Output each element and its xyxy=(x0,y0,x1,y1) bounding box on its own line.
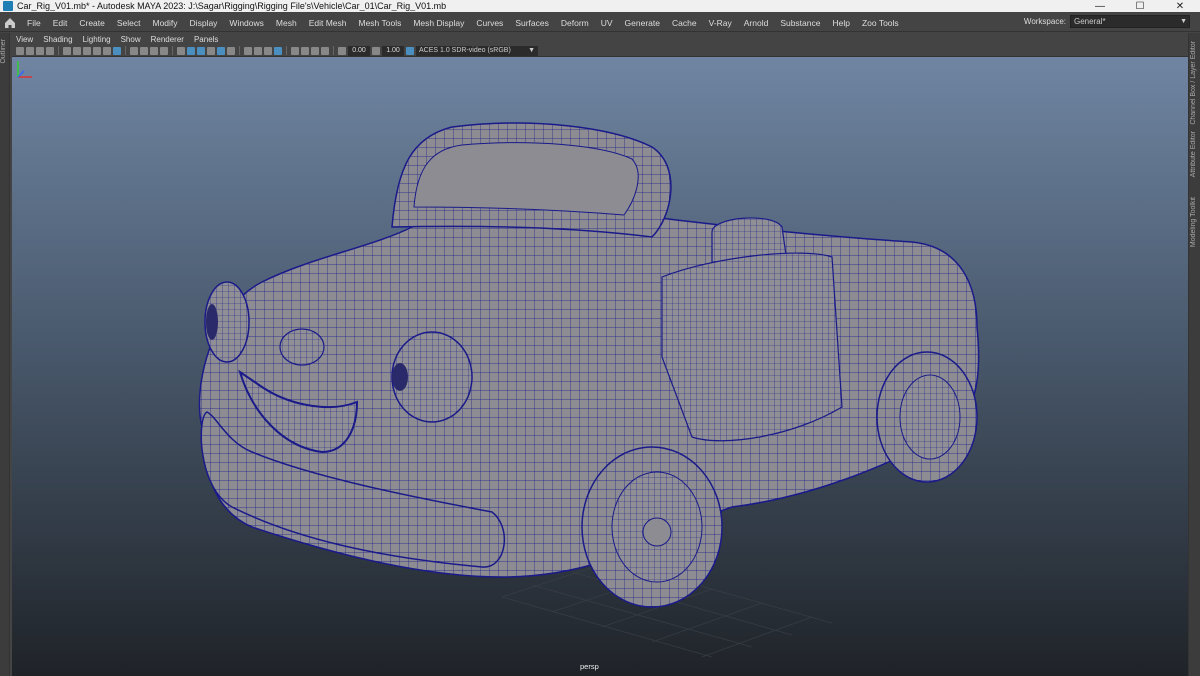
panel-menu-shading[interactable]: Shading xyxy=(39,35,78,44)
shadows-icon[interactable] xyxy=(227,46,235,55)
menu-display[interactable]: Display xyxy=(184,18,224,28)
panel-menu-view[interactable]: View xyxy=(12,35,39,44)
menu-mesh-display[interactable]: Mesh Display xyxy=(407,18,470,28)
menu-create[interactable]: Create xyxy=(73,18,111,28)
door-panel xyxy=(661,252,843,442)
xray-joints-icon[interactable] xyxy=(264,46,272,55)
exposure-field[interactable]: 0.00 xyxy=(348,45,370,56)
text-icon[interactable] xyxy=(160,46,168,55)
menu-deform[interactable]: Deform xyxy=(555,18,595,28)
image-plane-icon[interactable] xyxy=(46,46,54,55)
camera-name-label: persp xyxy=(580,662,599,671)
panel-menu-show[interactable]: Show xyxy=(117,35,147,44)
viewport-scene xyxy=(198,122,980,658)
panel-menubar: View Shading Lighting Show Renderer Pane… xyxy=(12,34,1188,45)
menu-edit-mesh[interactable]: Edit Mesh xyxy=(303,18,353,28)
title-bar: Car_Rig_V01.mb* - Autodesk MAYA 2023: J:… xyxy=(0,0,1200,12)
menu-cache[interactable]: Cache xyxy=(666,18,703,28)
field-chart-icon[interactable] xyxy=(130,46,138,55)
camera-lock-icon[interactable] xyxy=(63,46,71,55)
isolate-select-icon[interactable] xyxy=(244,46,252,55)
window-title: Car_Rig_V01.mb* - Autodesk MAYA 2023: J:… xyxy=(17,1,447,11)
workspace-dropdown[interactable]: General* ▼ xyxy=(1070,15,1190,28)
hood-ornament xyxy=(279,328,325,366)
view-transform-dropdown[interactable]: ACES 1.0 SDR-video (sRGB) ▼ xyxy=(416,45,538,56)
safe-title-icon[interactable] xyxy=(140,46,148,55)
menu-help[interactable]: Help xyxy=(826,18,855,28)
menu-arnold[interactable]: Arnold xyxy=(738,18,775,28)
toolbar-divider xyxy=(125,46,126,55)
outliner-tab[interactable]: Outliner xyxy=(0,33,10,676)
panel-menu-lighting[interactable]: Lighting xyxy=(79,35,117,44)
depth-of-field-icon[interactable] xyxy=(321,46,329,55)
workspace-selector: Workspace: General* ▼ xyxy=(1024,15,1190,28)
menu-uv[interactable]: UV xyxy=(595,18,619,28)
view-transform-value: ACES 1.0 SDR-video (sRGB) xyxy=(419,46,511,54)
gamma-field[interactable]: 1.00 xyxy=(382,45,404,56)
panel-menu-panels[interactable]: Panels xyxy=(190,35,224,44)
modeling-toolkit-tab[interactable]: Modeling Toolkit xyxy=(1190,197,1197,247)
bookmark-icon[interactable] xyxy=(36,46,44,55)
menu-mesh[interactable]: Mesh xyxy=(270,18,303,28)
menu-file[interactable]: File xyxy=(21,18,47,28)
screen-space-ao-icon[interactable] xyxy=(291,46,299,55)
gate-mask-icon[interactable] xyxy=(150,46,158,55)
smooth-shade-icon[interactable] xyxy=(187,46,195,55)
menu-vray[interactable]: V-Ray xyxy=(703,18,738,28)
channel-box-tab[interactable]: Channel Box / Layer Editor xyxy=(1190,41,1197,125)
backface-icon[interactable] xyxy=(274,46,282,55)
safe-action-icon[interactable] xyxy=(103,46,111,55)
chevron-down-icon: ▼ xyxy=(1180,18,1187,25)
main-menubar: File Edit Create Select Modify Display W… xyxy=(0,14,1200,32)
gamma-icon[interactable] xyxy=(372,46,380,55)
menu-substance[interactable]: Substance xyxy=(774,18,826,28)
menu-zoo-tools[interactable]: Zoo Tools xyxy=(856,18,905,28)
panel-toolbar: 0.00 1.00 ACES 1.0 SDR-video (sRGB) ▼ xyxy=(12,45,1188,57)
perspective-viewport[interactable]: persp xyxy=(12,57,1188,676)
attribute-editor-tab[interactable]: Attribute Editor xyxy=(1190,131,1197,177)
wireframe-shade-icon[interactable] xyxy=(177,46,185,55)
toolbar-divider xyxy=(172,46,173,55)
menu-modify[interactable]: Modify xyxy=(147,18,184,28)
workspace-value: General* xyxy=(1074,17,1106,26)
workspace-label: Workspace: xyxy=(1023,17,1066,26)
menu-mesh-tools[interactable]: Mesh Tools xyxy=(353,18,408,28)
toolbar-divider xyxy=(58,46,59,55)
menu-generate[interactable]: Generate xyxy=(619,18,666,28)
menu-select[interactable]: Select xyxy=(111,18,147,28)
exposure-icon[interactable] xyxy=(338,46,346,55)
home-icon[interactable] xyxy=(3,16,17,30)
toolbar-divider xyxy=(286,46,287,55)
xray-icon[interactable] xyxy=(254,46,262,55)
axis-gizmo-icon xyxy=(17,61,32,78)
maya-app-icon xyxy=(3,1,13,11)
maximize-button[interactable]: ☐ xyxy=(1120,1,1160,12)
menu-surfaces[interactable]: Surfaces xyxy=(509,18,555,28)
chevron-down-icon: ▼ xyxy=(528,46,535,54)
toolbar-divider xyxy=(239,46,240,55)
close-button[interactable]: ✕ xyxy=(1160,1,1200,12)
color-management-icon[interactable] xyxy=(406,46,414,55)
menu-curves[interactable]: Curves xyxy=(470,18,509,28)
resolution-gate-icon[interactable] xyxy=(93,46,101,55)
multisample-icon[interactable] xyxy=(311,46,319,55)
grid-icon[interactable] xyxy=(113,46,121,55)
camera-select-icon[interactable] xyxy=(16,46,24,55)
wireframe-icon[interactable] xyxy=(73,46,81,55)
windshield-inner xyxy=(413,142,639,216)
menu-windows[interactable]: Windows xyxy=(223,18,269,28)
camera-attributes-icon[interactable] xyxy=(26,46,34,55)
motion-blur-icon[interactable] xyxy=(301,46,309,55)
textured-icon[interactable] xyxy=(207,46,215,55)
wireframe-on-shaded-icon[interactable] xyxy=(197,46,205,55)
lights-icon[interactable] xyxy=(217,46,225,55)
menu-edit[interactable]: Edit xyxy=(47,18,74,28)
toolbar-divider xyxy=(333,46,334,55)
minimize-button[interactable]: — xyxy=(1080,1,1120,12)
panel-menu-renderer[interactable]: Renderer xyxy=(147,35,190,44)
right-side-tabs: Channel Box / Layer Editor Attribute Edi… xyxy=(1188,33,1200,676)
outliner-tab-label: Outliner xyxy=(0,39,7,64)
film-gate-icon[interactable] xyxy=(83,46,91,55)
